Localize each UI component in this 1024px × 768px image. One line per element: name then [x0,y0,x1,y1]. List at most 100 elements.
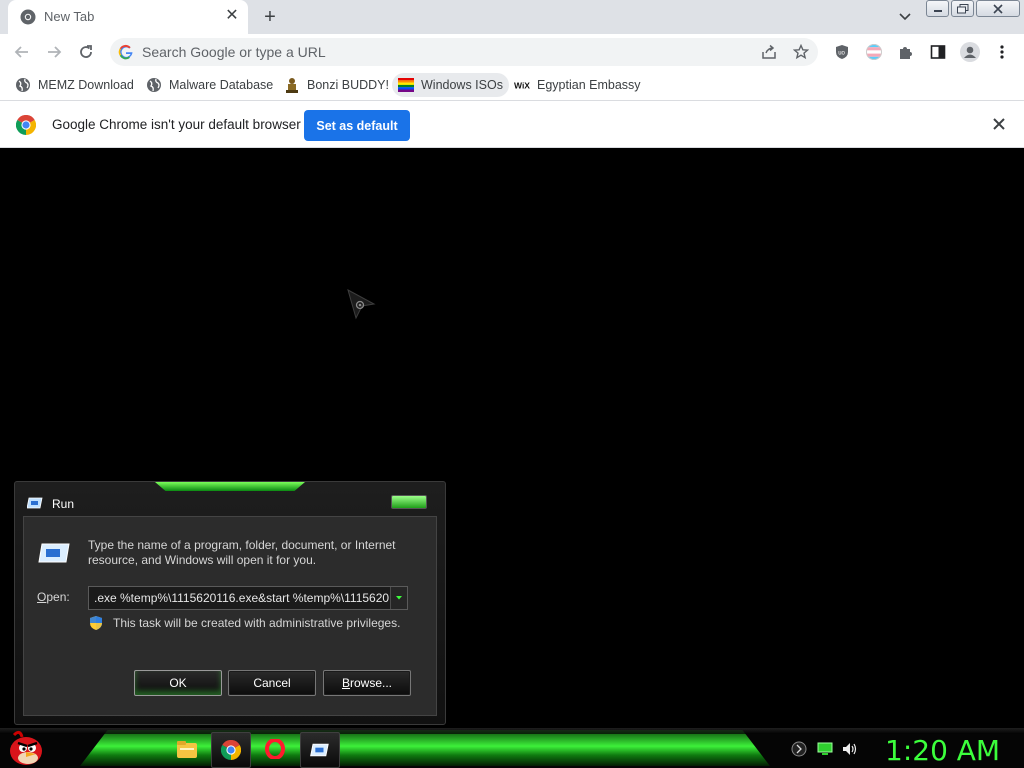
title-glow [155,482,305,491]
bookmark-label: Windows ISOs [421,78,503,92]
tab-new-tab[interactable]: New Tab ✕ [8,0,248,34]
omnibox-placeholder: Search Google or type a URL [142,44,326,60]
dialog-description: Type the name of a program, folder, docu… [88,538,396,567]
ublock-icon: uo [836,45,848,59]
infobar-message: Google Chrome isn't your default browser [52,117,301,132]
forward-button[interactable] [42,40,66,64]
bookmark-bonzi-buddy[interactable]: Bonzi BUDDY! [278,73,395,97]
profile-button[interactable] [960,42,980,62]
infobar-close-button[interactable] [990,115,1008,133]
bookmark-label: Malware Database [169,78,274,92]
taskbar [0,728,1024,768]
mouse-cursor-icon [347,288,376,320]
ublock-extension[interactable]: uo [832,42,852,62]
run-icon [310,743,329,757]
reload-button[interactable] [74,40,98,64]
wix-icon: WiX [514,77,530,93]
default-browser-infobar: Google Chrome isn't your default browser… [0,101,1024,148]
opera-icon [265,739,285,759]
taskbar-file-explorer[interactable] [168,732,206,766]
taskbar-opera[interactable] [256,732,294,766]
taskbar-clock[interactable]: 1:20 AM [885,734,1000,767]
set-as-default-button[interactable]: Set as default [304,110,410,141]
arrow-right-icon [48,46,62,58]
ok-button[interactable]: OK [134,670,222,696]
chrome-logo-icon [16,115,36,135]
minimize-icon [933,9,942,12]
tray-network[interactable] [816,740,834,758]
admin-privileges-note: This task will be created with administr… [113,616,401,630]
bookmarks-bar: MEMZ Download Malware Database Bonzi BUD… [0,70,1024,101]
share-icon [762,44,776,59]
browser-toolbar: Search Google or type a URL uo [0,34,1024,70]
close-window-button[interactable] [976,0,1020,17]
language-bar-icon [791,741,807,757]
trans-flag-icon [866,44,882,60]
command-value: .exe %temp%\1115620116.exe&start %temp%\… [94,591,396,605]
share-button[interactable] [760,43,778,61]
extensions-button[interactable] [896,42,916,62]
chrome-icon [221,740,241,760]
restore-icon [956,3,968,13]
globe-icon [146,77,162,93]
kebab-menu-icon [1000,45,1004,59]
bookmark-label: MEMZ Download [38,78,134,92]
tab-close-icon[interactable]: ✕ [223,7,241,25]
dialog-title: Run [52,497,75,511]
arrow-left-icon [14,46,28,58]
svg-text:uo: uo [838,51,845,57]
bookmark-memz-download[interactable]: MEMZ Download [9,73,140,97]
star-icon [793,44,809,60]
taskbar-chrome[interactable] [211,732,251,768]
dialog-close-button[interactable] [391,495,427,509]
omnibox[interactable]: Search Google or type a URL [110,38,818,66]
chrome-menu-button[interactable] [992,42,1012,62]
taskbar-edge [0,728,1024,734]
taskbar-run[interactable] [300,732,340,768]
bookmark-egyptian-embassy[interactable]: WiX Egyptian Embassy [508,73,647,97]
command-input[interactable]: .exe %temp%\1115620116.exe&start %temp%\… [88,586,408,610]
chevron-down-icon [396,596,402,600]
close-icon [993,118,1005,130]
bookmark-label: Bonzi BUDDY! [307,78,389,92]
window-controls [926,0,1020,17]
open-label: Open: [37,590,70,604]
bonzi-icon [284,77,300,93]
chrome-icon [20,9,36,25]
rainbow-flag-icon [398,77,414,93]
side-panel-icon [930,45,946,59]
minimize-button[interactable] [926,0,949,17]
tab-strip: New Tab ✕ + [0,0,1024,34]
network-icon [817,742,833,755]
trans-flag-extension[interactable] [864,42,884,62]
start-button-angry-bird-icon[interactable] [6,729,46,767]
close-icon [993,3,1003,14]
volume-icon [843,743,857,755]
bookmark-windows-isos[interactable]: Windows ISOs [392,73,509,97]
puzzle-icon [900,47,912,59]
back-button[interactable] [10,40,34,64]
browse-button[interactable]: Browse... [323,670,411,696]
new-tab-button[interactable]: + [258,5,282,29]
tray-volume[interactable] [841,740,859,758]
globe-icon [15,77,31,93]
run-icon [27,497,43,509]
bookmark-label: Egyptian Embassy [537,78,641,92]
avatar-icon [960,42,980,62]
tray-input-indicator[interactable] [790,740,808,758]
svg-text:WiX: WiX [514,81,530,91]
side-panel-button[interactable] [928,42,948,62]
bookmark-malware-database[interactable]: Malware Database [140,73,279,97]
tab-title: New Tab [44,9,95,24]
cancel-button[interactable]: Cancel [228,670,316,696]
dialog-body: Type the name of a program, folder, docu… [23,516,437,716]
file-explorer-icon [177,741,197,758]
restore-button[interactable] [951,0,974,17]
chevron-down-icon[interactable] [895,9,915,25]
run-program-icon [38,543,70,563]
history-dropdown-button[interactable] [390,587,407,609]
google-g-icon [118,44,133,60]
bookmark-star-button[interactable] [792,43,810,61]
uac-shield-icon [90,616,102,630]
reload-icon [80,45,92,58]
